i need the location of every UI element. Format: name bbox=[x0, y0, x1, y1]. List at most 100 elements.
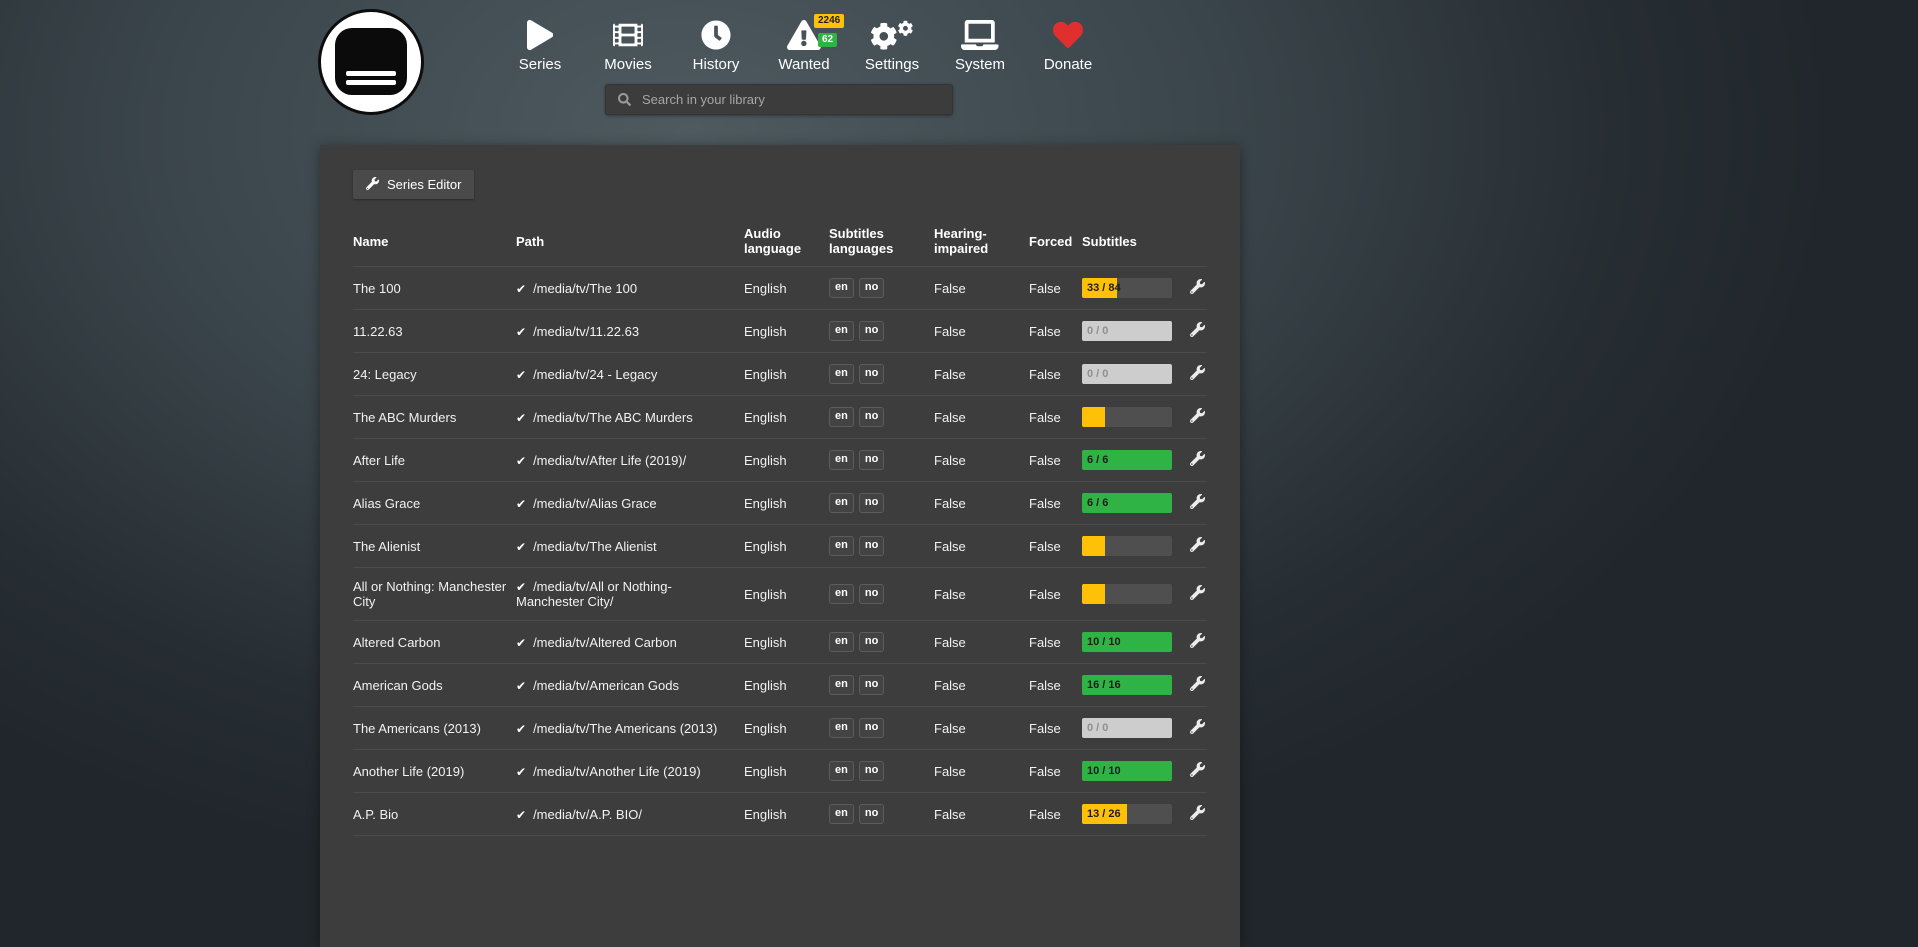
series-name-link[interactable]: The ABC Murders bbox=[353, 396, 516, 439]
series-name-link[interactable]: All or Nothing: Manchester City bbox=[353, 568, 516, 621]
nav-item-system[interactable]: System bbox=[936, 18, 1024, 73]
series-name-link[interactable]: Alias Grace bbox=[353, 482, 516, 525]
edit-series-button[interactable] bbox=[1190, 408, 1205, 423]
subtitles-progress-cell: 6 / 6 bbox=[1082, 482, 1182, 525]
audio-language-value: English bbox=[744, 664, 829, 707]
series-name-link[interactable]: A.P. Bio bbox=[353, 793, 516, 836]
subtitles-languages-cell: enno bbox=[829, 482, 934, 525]
edit-series-button[interactable] bbox=[1190, 633, 1205, 648]
subtitles-languages-cell: enno bbox=[829, 568, 934, 621]
nav-item-movies[interactable]: Movies bbox=[584, 18, 672, 73]
subtitles-languages-cell: enno bbox=[829, 793, 934, 836]
language-badge: no bbox=[859, 536, 884, 555]
nav-item-donate[interactable]: Donate bbox=[1024, 18, 1112, 73]
subtitles-languages-cell: enno bbox=[829, 267, 934, 310]
series-name-link[interactable]: After Life bbox=[353, 439, 516, 482]
language-badge: no bbox=[859, 450, 884, 469]
language-badge: en bbox=[829, 278, 854, 297]
series-row: After Life✔/media/tv/After Life (2019)/E… bbox=[353, 439, 1207, 482]
hearing-impaired-value: False bbox=[934, 353, 1029, 396]
subtitles-progress-cell: 6 / 6 bbox=[1082, 439, 1182, 482]
series-name-link[interactable]: The Americans (2013) bbox=[353, 707, 516, 750]
nav-item-wanted[interactable]: Wanted224662 bbox=[760, 18, 848, 73]
film-icon bbox=[613, 20, 643, 50]
series-editor-button[interactable]: Series Editor bbox=[353, 170, 474, 199]
forced-value: False bbox=[1029, 621, 1082, 664]
audio-language-value: English bbox=[744, 439, 829, 482]
forced-value: False bbox=[1029, 310, 1082, 353]
clock-icon bbox=[701, 20, 731, 50]
bazarr-logo[interactable] bbox=[318, 9, 424, 115]
edit-series-button[interactable] bbox=[1190, 279, 1205, 294]
edit-series-button[interactable] bbox=[1190, 494, 1205, 509]
series-name-link[interactable]: Altered Carbon bbox=[353, 621, 516, 664]
series-row: 24: Legacy✔/media/tv/24 - LegacyEnglishe… bbox=[353, 353, 1207, 396]
subtitles-progress-bar: 10 / 10 bbox=[1082, 632, 1172, 652]
nav-item-settings[interactable]: Settings bbox=[848, 18, 936, 73]
series-path: ✔/media/tv/After Life (2019)/ bbox=[516, 439, 744, 482]
subtitles-languages-cell: enno bbox=[829, 525, 934, 568]
language-badge: en bbox=[829, 718, 854, 737]
forced-value: False bbox=[1029, 525, 1082, 568]
edit-series-button[interactable] bbox=[1190, 322, 1205, 337]
check-icon: ✔ bbox=[516, 325, 526, 339]
wrench-icon bbox=[1190, 585, 1205, 600]
series-path: ✔/media/tv/The Americans (2013) bbox=[516, 707, 744, 750]
subtitles-languages-cell: enno bbox=[829, 621, 934, 664]
nav-item-series[interactable]: Series bbox=[496, 18, 584, 73]
search-bar bbox=[605, 84, 953, 115]
edit-series-button[interactable] bbox=[1190, 805, 1205, 820]
path-text: /media/tv/All or Nothing- Manchester Cit… bbox=[516, 579, 672, 609]
subtitles-progress-cell: 0 / 0 bbox=[1082, 353, 1182, 396]
wrench-icon bbox=[1190, 676, 1205, 691]
language-badge: no bbox=[859, 804, 884, 823]
hearing-impaired-value: False bbox=[934, 439, 1029, 482]
progress-label: 0 / 0 bbox=[1087, 325, 1108, 337]
subtitles-progress-cell: 16 / 16 bbox=[1082, 664, 1182, 707]
language-badge: no bbox=[859, 584, 884, 603]
check-icon: ✔ bbox=[516, 411, 526, 425]
col-header-forced: Forced bbox=[1029, 220, 1082, 267]
edit-series-button[interactable] bbox=[1190, 537, 1205, 552]
wrench-icon bbox=[1190, 365, 1205, 380]
series-name-link[interactable]: Another Life (2019) bbox=[353, 750, 516, 793]
nav-item-history[interactable]: History bbox=[672, 18, 760, 73]
table-header-row: Name Path Audio language Subtitles langu… bbox=[353, 220, 1207, 267]
search-icon bbox=[618, 93, 631, 106]
language-badge: en bbox=[829, 536, 854, 555]
subtitles-progress-cell: 10 / 10 bbox=[1082, 750, 1182, 793]
edit-series-button[interactable] bbox=[1190, 762, 1205, 777]
series-name-link[interactable]: 24: Legacy bbox=[353, 353, 516, 396]
language-badge: no bbox=[859, 761, 884, 780]
actions-cell bbox=[1182, 482, 1207, 525]
series-name-link[interactable]: The Alienist bbox=[353, 525, 516, 568]
series-row: Another Life (2019)✔/media/tv/Another Li… bbox=[353, 750, 1207, 793]
path-text: /media/tv/The ABC Murders bbox=[533, 410, 693, 425]
language-badge: en bbox=[829, 407, 854, 426]
search-input[interactable] bbox=[640, 91, 952, 108]
language-badge: en bbox=[829, 321, 854, 340]
subtitles-languages-cell: enno bbox=[829, 707, 934, 750]
path-text: /media/tv/The 100 bbox=[533, 281, 637, 296]
language-badge: en bbox=[829, 804, 854, 823]
series-name-link[interactable]: American Gods bbox=[353, 664, 516, 707]
edit-series-button[interactable] bbox=[1190, 719, 1205, 734]
nav-item-label: History bbox=[672, 56, 760, 73]
language-badge: en bbox=[829, 364, 854, 383]
content-panel: Series Editor Name Path Audio language S… bbox=[320, 145, 1240, 947]
series-name-link[interactable]: 11.22.63 bbox=[353, 310, 516, 353]
series-path: ✔/media/tv/American Gods bbox=[516, 664, 744, 707]
audio-language-value: English bbox=[744, 707, 829, 750]
subtitles-languages-cell: enno bbox=[829, 750, 934, 793]
progress-fill bbox=[1082, 536, 1105, 556]
edit-series-button[interactable] bbox=[1190, 451, 1205, 466]
progress-label: 16 / 16 bbox=[1087, 679, 1121, 691]
hearing-impaired-value: False bbox=[934, 482, 1029, 525]
series-name-link[interactable]: The 100 bbox=[353, 267, 516, 310]
edit-series-button[interactable] bbox=[1190, 676, 1205, 691]
language-badge: no bbox=[859, 407, 884, 426]
edit-series-button[interactable] bbox=[1190, 585, 1205, 600]
wrench-icon bbox=[1190, 408, 1205, 423]
logo-subtitle-line bbox=[346, 71, 396, 76]
edit-series-button[interactable] bbox=[1190, 365, 1205, 380]
